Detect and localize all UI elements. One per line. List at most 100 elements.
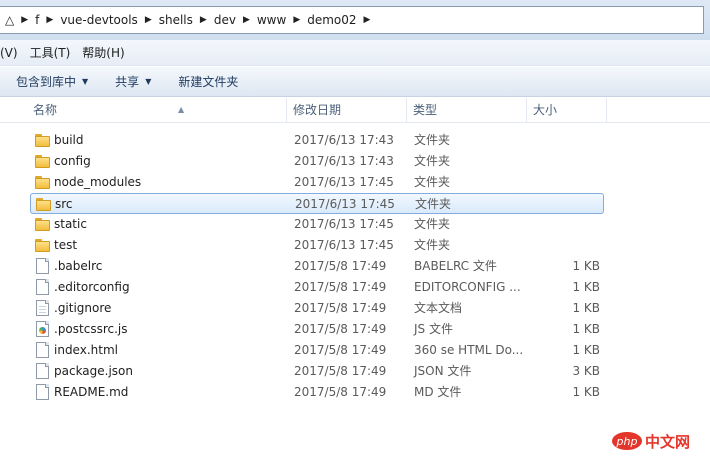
file-size: 1 KB — [572, 322, 600, 336]
file-type: 文件夹 — [414, 217, 451, 231]
menu-tools[interactable]: 工具(T) — [26, 44, 79, 61]
menu-bar: (V) 工具(T) 帮助(H) — [0, 40, 710, 66]
file-modified-date: 2017/6/13 17:45 — [294, 175, 394, 189]
menu-view[interactable]: (V) — [0, 46, 26, 60]
file-row[interactable]: README.md 2017/5/8 17:49 MD 文件 1 KB — [30, 382, 604, 403]
column-header-type-label: 类型 — [413, 103, 438, 117]
file-type: 文件夹 — [414, 175, 451, 189]
file-name: .postcssrc.js — [54, 322, 128, 336]
file-size — [534, 172, 600, 193]
column-header-modified[interactable]: 修改日期 — [287, 98, 407, 123]
file-modified-date: 2017/6/13 17:45 — [294, 238, 394, 252]
file-row[interactable]: config 2017/6/13 17:43 文件夹 — [30, 151, 604, 172]
file-name: package.json — [54, 364, 134, 378]
file-name: .editorconfig — [54, 280, 130, 294]
file-name: .babelrc — [54, 259, 103, 273]
file-name: config — [54, 154, 91, 168]
column-header-name-label: 名称 — [33, 103, 58, 117]
file-type: JS 文件 — [414, 322, 453, 336]
file-type: JSON 文件 — [414, 364, 472, 378]
file-modified-date: 2017/5/8 17:49 — [294, 301, 387, 315]
menu-help[interactable]: 帮助(H) — [78, 44, 132, 61]
breadcrumb-root[interactable]: △ — [2, 13, 17, 27]
folder-icon — [32, 130, 50, 151]
breadcrumb-chevron-icon[interactable]: ▶ — [239, 15, 254, 25]
file-modified-date: 2017/5/8 17:49 — [294, 322, 387, 336]
file-name: README.md — [54, 385, 129, 399]
file-modified-date: 2017/5/8 17:49 — [294, 385, 387, 399]
command-bar: 包含到库中 ▼ 共享 ▼ 新建文件夹 — [0, 67, 710, 97]
include-in-library-button[interactable]: 包含到库中 ▼ — [0, 67, 99, 96]
share-button[interactable]: 共享 ▼ — [99, 67, 162, 96]
file-name: static — [54, 217, 87, 231]
file-row[interactable]: .gitignore 2017/5/8 17:49 文本文档 1 KB — [30, 298, 604, 319]
column-headers: 名称 ▲ 修改日期 类型 大小 — [0, 98, 710, 123]
file-row[interactable]: src 2017/6/13 17:45 文件夹 — [30, 193, 604, 214]
breadcrumb-chevron-icon[interactable]: ▶ — [196, 15, 211, 25]
file-size — [534, 130, 600, 151]
file-row[interactable]: test 2017/6/13 17:45 文件夹 — [30, 235, 604, 256]
file-row[interactable]: package.json 2017/5/8 17:49 JSON 文件 3 KB — [30, 361, 604, 382]
file-icon — [32, 277, 50, 298]
file-size — [535, 194, 601, 215]
file-row[interactable]: index.html 2017/5/8 17:49 360 se HTML Do..… — [30, 340, 604, 361]
address-bar: △ ▶ f ▶ vue-devtools ▶ shells ▶ dev ▶ ww… — [0, 0, 710, 40]
folder-icon — [32, 151, 50, 172]
file-row[interactable]: .postcssrc.js 2017/5/8 17:49 JS 文件 1 KB — [30, 319, 604, 340]
file-size — [534, 214, 600, 235]
breadcrumb-chevron-icon[interactable]: ▶ — [360, 15, 375, 25]
file-type: 文件夹 — [415, 197, 452, 211]
folder-icon — [32, 214, 50, 235]
folder-icon — [32, 172, 50, 193]
breadcrumb-chevron-icon[interactable]: ▶ — [141, 15, 156, 25]
file-type: 文件夹 — [414, 238, 451, 252]
breadcrumb-item-vue-devtools[interactable]: vue-devtools — [57, 13, 141, 27]
folder-icon — [33, 194, 51, 215]
watermark-logo: php 中文网 — [612, 430, 690, 452]
breadcrumb-item-demo02[interactable]: demo02 — [304, 13, 359, 27]
share-label: 共享 — [115, 75, 140, 89]
file-icon — [32, 340, 50, 361]
breadcrumb-item-shells[interactable]: shells — [156, 13, 196, 27]
column-header-name[interactable]: 名称 ▲ — [27, 98, 287, 123]
breadcrumb[interactable]: △ ▶ f ▶ vue-devtools ▶ shells ▶ dev ▶ ww… — [0, 6, 704, 34]
file-icon — [32, 382, 50, 403]
file-name: build — [54, 133, 84, 147]
column-header-size[interactable]: 大小 — [527, 98, 607, 123]
file-type: 文本文档 — [414, 301, 463, 315]
file-row[interactable]: .babelrc 2017/5/8 17:49 BABELRC 文件 1 KB — [30, 256, 604, 277]
file-modified-date: 2017/6/13 17:45 — [294, 217, 394, 231]
new-folder-button[interactable]: 新建文件夹 — [162, 67, 249, 96]
file-row[interactable]: static 2017/6/13 17:45 文件夹 — [30, 214, 604, 235]
file-size — [534, 235, 600, 256]
file-modified-date: 2017/5/8 17:49 — [294, 280, 387, 294]
file-icon — [32, 361, 50, 382]
js-file-icon — [32, 319, 50, 340]
watermark-text: 中文网 — [645, 432, 691, 451]
dropdown-caret-icon: ▼ — [82, 77, 89, 86]
file-type: MD 文件 — [414, 385, 462, 399]
file-size: 1 KB — [572, 301, 600, 315]
breadcrumb-item-f[interactable]: f — [32, 13, 42, 27]
text-file-icon — [32, 298, 50, 319]
sort-ascending-icon: ▲ — [178, 105, 185, 114]
file-size: 1 KB — [572, 259, 600, 273]
file-modified-date: 2017/5/8 17:49 — [294, 343, 387, 357]
column-header-size-label: 大小 — [533, 103, 558, 117]
new-folder-label: 新建文件夹 — [178, 75, 239, 89]
file-name: test — [54, 238, 78, 252]
file-row[interactable]: build 2017/6/13 17:43 文件夹 — [30, 130, 604, 151]
breadcrumb-chevron-icon[interactable]: ▶ — [17, 15, 32, 25]
file-type: 文件夹 — [414, 133, 451, 147]
breadcrumb-item-www[interactable]: www — [254, 13, 289, 27]
breadcrumb-chevron-icon[interactable]: ▶ — [42, 15, 57, 25]
file-row[interactable]: .editorconfig 2017/5/8 17:49 EDITORCONFIG … — [30, 277, 604, 298]
column-header-type[interactable]: 类型 — [407, 98, 527, 123]
file-row[interactable]: node_modules 2017/6/13 17:45 文件夹 — [30, 172, 604, 193]
breadcrumb-item-dev[interactable]: dev — [211, 13, 239, 27]
column-header-modified-label: 修改日期 — [293, 103, 342, 117]
dropdown-caret-icon: ▼ — [145, 77, 152, 86]
file-type: 360 se HTML Do... — [414, 343, 524, 357]
file-type: 文件夹 — [414, 154, 451, 168]
breadcrumb-chevron-icon[interactable]: ▶ — [289, 15, 304, 25]
